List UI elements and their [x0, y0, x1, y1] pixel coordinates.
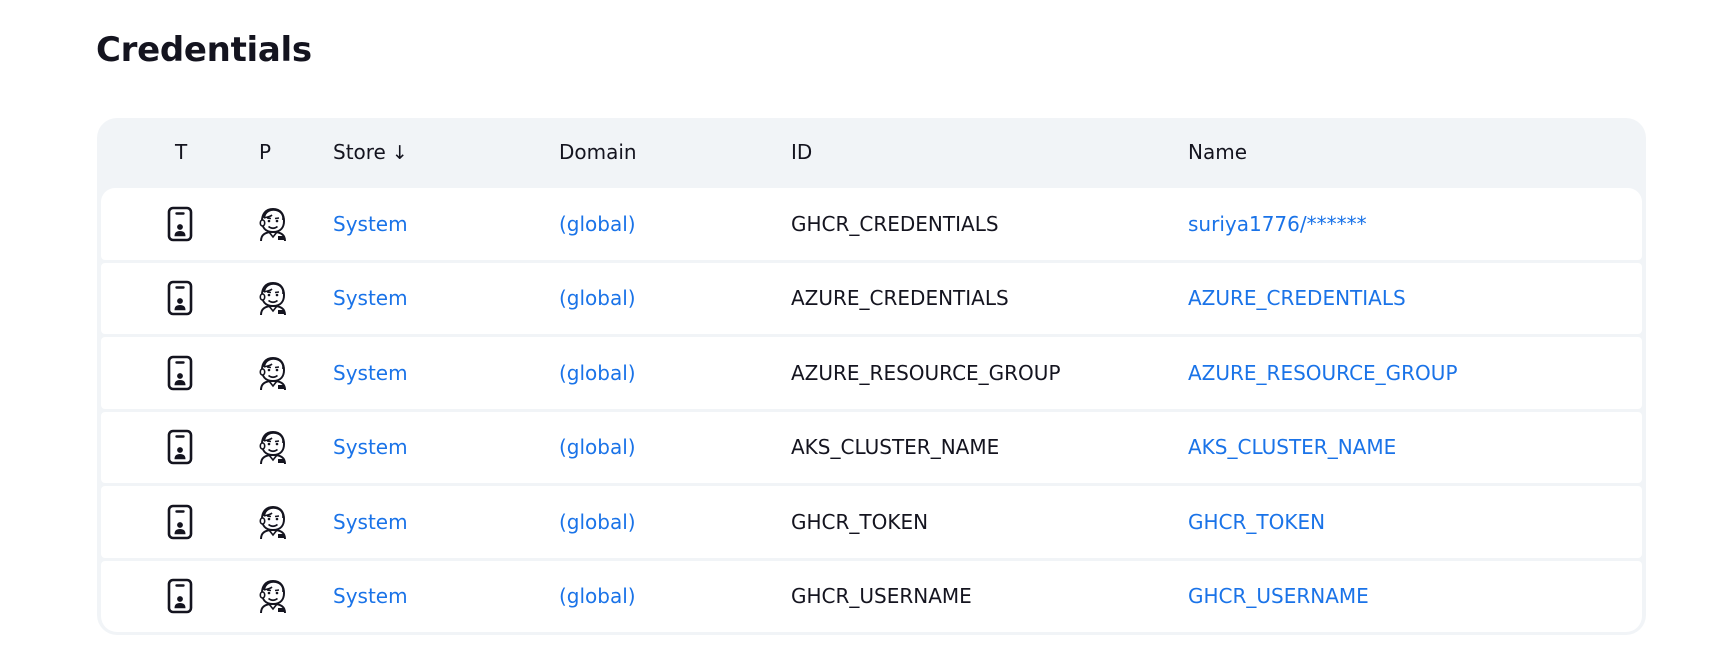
- credential-id: GHCR_USERNAME: [791, 584, 972, 609]
- credential-name-link[interactable]: GHCR_TOKEN: [1188, 510, 1325, 534]
- sort-descending-icon: ↓: [391, 142, 408, 164]
- credential-name-link[interactable]: AZURE_CREDENTIALS: [1188, 286, 1406, 310]
- credential-card-icon: [167, 355, 193, 391]
- credential-id: AZURE_RESOURCE_GROUP: [791, 360, 1061, 385]
- jenkins-icon: [256, 355, 290, 391]
- credential-id: AZURE_CREDENTIALS: [791, 286, 1009, 311]
- table-row: System (global) AZURE_CREDENTIALS AZURE_…: [101, 262, 1642, 334]
- table-header: T P Store ↓ Domain ID Name: [101, 118, 1642, 188]
- credential-card-icon: [167, 504, 193, 540]
- domain-link[interactable]: (global): [559, 286, 636, 310]
- domain-link[interactable]: (global): [559, 361, 636, 385]
- header-domain[interactable]: Domain: [559, 140, 637, 164]
- domain-link[interactable]: (global): [559, 212, 636, 236]
- store-link[interactable]: System: [333, 435, 408, 459]
- header-id[interactable]: ID: [791, 140, 812, 164]
- table-row: System (global) GHCR_TOKEN GHCR_TOKEN: [101, 486, 1642, 558]
- jenkins-icon: [256, 578, 290, 614]
- domain-link[interactable]: (global): [559, 435, 636, 459]
- credential-name-link[interactable]: AZURE_RESOURCE_GROUP: [1188, 361, 1458, 385]
- table-row: System (global) GHCR_CREDENTIALS suriya1…: [101, 188, 1642, 260]
- store-link[interactable]: System: [333, 361, 408, 385]
- credential-name-link[interactable]: GHCR_USERNAME: [1188, 584, 1369, 608]
- table-row: System (global) AKS_CLUSTER_NAME AKS_CLU…: [101, 411, 1642, 483]
- store-link[interactable]: System: [333, 286, 408, 310]
- credentials-table: T P Store ↓ Domain ID Name System (globa…: [97, 118, 1646, 635]
- header-type[interactable]: T: [175, 140, 187, 164]
- credential-id: GHCR_TOKEN: [791, 509, 929, 534]
- table-body: System (global) GHCR_CREDENTIALS suriya1…: [101, 188, 1642, 632]
- credential-name-link[interactable]: AKS_CLUSTER_NAME: [1188, 435, 1396, 459]
- store-link[interactable]: System: [333, 212, 408, 236]
- credential-card-icon: [167, 280, 193, 316]
- header-store[interactable]: Store ↓: [333, 140, 408, 164]
- table-row: System (global) GHCR_USERNAME GHCR_USERN…: [101, 560, 1642, 632]
- store-link[interactable]: System: [333, 584, 408, 608]
- credential-card-icon: [167, 578, 193, 614]
- header-name[interactable]: Name: [1188, 140, 1247, 164]
- page-title: Credentials: [96, 30, 312, 70]
- domain-link[interactable]: (global): [559, 584, 636, 608]
- credential-id: GHCR_CREDENTIALS: [791, 211, 999, 236]
- jenkins-icon: [256, 429, 290, 465]
- header-store-label: Store: [333, 140, 386, 164]
- jenkins-icon: [256, 504, 290, 540]
- domain-link[interactable]: (global): [559, 510, 636, 534]
- jenkins-icon: [256, 206, 290, 242]
- header-provider[interactable]: P: [259, 140, 271, 164]
- credentials-page: Credentials T P Store ↓ Domain ID Name S…: [0, 0, 1717, 664]
- credential-name-link[interactable]: suriya1776/******: [1188, 212, 1367, 236]
- store-link[interactable]: System: [333, 510, 408, 534]
- credential-card-icon: [167, 429, 193, 465]
- jenkins-icon: [256, 280, 290, 316]
- credential-card-icon: [167, 206, 193, 242]
- table-row: System (global) AZURE_RESOURCE_GROUP AZU…: [101, 337, 1642, 409]
- credential-id: AKS_CLUSTER_NAME: [791, 435, 1000, 460]
